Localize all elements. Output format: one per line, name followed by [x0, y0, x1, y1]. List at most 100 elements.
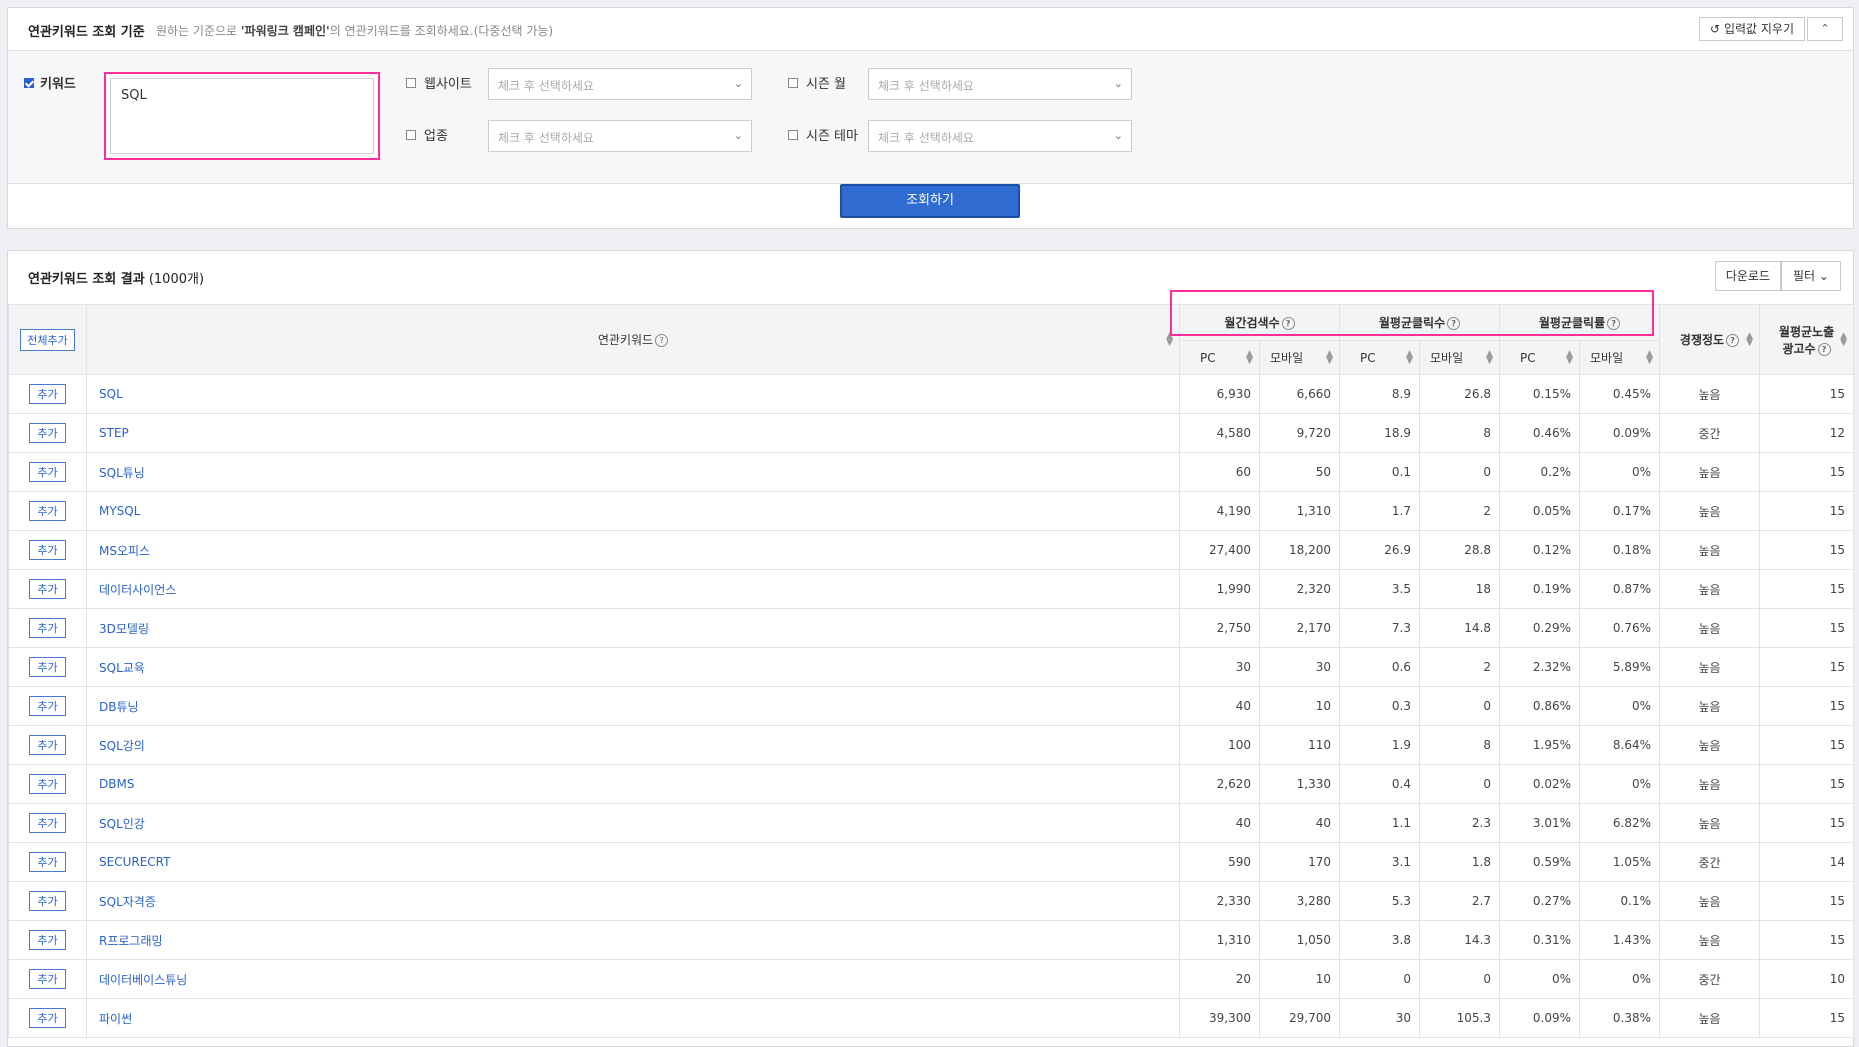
season-month-select[interactable]: 체크 후 선택하세요 ⌄	[868, 68, 1132, 100]
add-button[interactable]: 추가	[29, 501, 66, 521]
add-button[interactable]: 추가	[29, 891, 66, 911]
industry-checkbox[interactable]	[406, 130, 416, 140]
add-button[interactable]: 추가	[29, 540, 66, 560]
help-icon[interactable]: ?	[1817, 342, 1831, 356]
download-button[interactable]: 다운로드	[1714, 261, 1781, 291]
keyword-link[interactable]: MYSQL	[86, 491, 1180, 531]
ad-count: 10	[1759, 959, 1855, 999]
competition: 높음	[1659, 920, 1761, 960]
filter-button[interactable]: 필터 ⌄	[1781, 261, 1841, 291]
keyword-link[interactable]: SQL강의	[86, 725, 1180, 765]
table-row: 추가 데이터사이언스 1,990 2,320 3.5 18 0.19% 0.87% 높음 15	[8, 569, 1855, 609]
add-button[interactable]: 추가	[29, 423, 66, 443]
header-search-mobile[interactable]: 모바일 ▲ ▼	[1258, 340, 1341, 375]
competition: 중간	[1659, 959, 1761, 999]
sort-icon[interactable]: ▲ ▼	[1166, 331, 1173, 347]
ad-count: 15	[1759, 374, 1855, 414]
table-row: 추가 SQL강의 100 110 1.9 8 1.95% 8.64% 높음 15	[8, 725, 1855, 765]
table-row: 추가 STEP 4,580 9,720 18.9 8 0.46% 0.09% 중간 12	[8, 413, 1855, 453]
search-mobile: 170	[1258, 842, 1341, 882]
keyword-link[interactable]: SQL자격증	[86, 881, 1180, 921]
season-month-checkbox[interactable]	[788, 78, 798, 88]
header-clicks-mobile[interactable]: 모바일 ▲ ▼	[1419, 340, 1501, 375]
add-button[interactable]: 추가	[29, 774, 66, 794]
add-button[interactable]: 추가	[29, 852, 66, 872]
keyword-link[interactable]: DB튜닝	[86, 686, 1180, 726]
keyword-link[interactable]: 3D모델링	[86, 608, 1180, 648]
website-checkbox[interactable]	[406, 78, 416, 88]
add-button-cell: 추가	[8, 920, 87, 960]
keyword-link[interactable]: 데이터베이스튜닝	[86, 959, 1180, 999]
keyword-link[interactable]: SQL인강	[86, 803, 1180, 843]
keyword-link[interactable]: DBMS	[86, 764, 1180, 804]
sort-icon: ▲ ▼	[1406, 348, 1414, 366]
competition: 높음	[1659, 647, 1761, 687]
help-icon[interactable]: ?	[1726, 334, 1740, 347]
add-button[interactable]: 추가	[29, 579, 66, 599]
ctr-pc: 0.86%	[1499, 686, 1581, 726]
chevron-down-icon: ⌄	[1113, 77, 1123, 90]
header-competition[interactable]: 경쟁정도? ▲ ▼	[1659, 304, 1761, 375]
help-icon[interactable]: ?	[1607, 317, 1621, 330]
keyword-link[interactable]: R프로그래밍	[86, 920, 1180, 960]
ctr-mobile: 0.1%	[1579, 881, 1661, 921]
keyword-link[interactable]: SQL	[86, 374, 1180, 414]
industry-select[interactable]: 체크 후 선택하세요 ⌄	[488, 120, 752, 152]
add-button-cell: 추가	[8, 530, 87, 570]
help-icon[interactable]: ?	[655, 334, 669, 347]
header-ctr-mobile[interactable]: 모바일 ▲ ▼	[1579, 340, 1661, 375]
ad-count: 15	[1759, 452, 1855, 492]
add-button[interactable]: 추가	[29, 969, 66, 989]
header-search-pc[interactable]: PC ▲ ▼	[1179, 340, 1260, 375]
search-button[interactable]: 조회하기	[840, 184, 1020, 218]
sort-icon[interactable]: ▲ ▼	[1746, 331, 1753, 347]
competition: 높음	[1659, 998, 1761, 1038]
keyword-link[interactable]: 파이썬	[86, 998, 1180, 1038]
add-all-button[interactable]: 전체추가	[20, 328, 75, 351]
add-button[interactable]: 추가	[29, 1008, 66, 1028]
add-button[interactable]: 추가	[29, 384, 66, 404]
header-keyword[interactable]: 연관키워드? ▲ ▼	[86, 304, 1180, 375]
clicks-mobile: 0	[1419, 959, 1501, 999]
keyword-link[interactable]: STEP	[86, 413, 1180, 453]
add-button[interactable]: 추가	[29, 930, 66, 950]
add-button-cell: 추가	[8, 647, 87, 687]
sort-icon[interactable]: ▲ ▼	[1840, 331, 1847, 347]
help-icon[interactable]: ?	[1447, 317, 1461, 330]
keyword-link[interactable]: SQL교육	[86, 647, 1180, 687]
header-ad-count[interactable]: 월평균노출 광고수? ▲ ▼	[1759, 304, 1855, 375]
add-button[interactable]: 추가	[29, 657, 66, 677]
header-clicks-pc[interactable]: PC ▲ ▼	[1339, 340, 1421, 375]
ad-count: 15	[1759, 998, 1855, 1038]
add-button[interactable]: 추가	[29, 462, 66, 482]
ad-count: 15	[1759, 803, 1855, 843]
search-mobile: 3,280	[1258, 881, 1341, 921]
add-button[interactable]: 추가	[29, 813, 66, 833]
help-icon[interactable]: ?	[1281, 317, 1295, 330]
season-theme-checkbox[interactable]	[788, 130, 798, 140]
keyword-checkbox[interactable]	[24, 78, 34, 88]
collapse-button[interactable]: ⌃	[1807, 17, 1843, 41]
season-theme-select[interactable]: 체크 후 선택하세요 ⌄	[868, 120, 1132, 152]
ad-count: 15	[1759, 491, 1855, 531]
reset-input-button[interactable]: ↺ 입력값 지우기	[1699, 17, 1805, 41]
keyword-link[interactable]: SECURECRT	[86, 842, 1180, 882]
add-button[interactable]: 추가	[29, 735, 66, 755]
keyword-link[interactable]: SQL튜닝	[86, 452, 1180, 492]
reset-icon: ↺	[1710, 22, 1721, 36]
search-mobile: 29,700	[1258, 998, 1341, 1038]
website-select[interactable]: 체크 후 선택하세요 ⌄	[488, 68, 752, 100]
chevron-down-icon: ⌄	[1113, 129, 1123, 142]
keyword-link[interactable]: 데이터사이언스	[86, 569, 1180, 609]
clicks-pc: 1.7	[1339, 491, 1421, 531]
keyword-link[interactable]: MS오피스	[86, 530, 1180, 570]
add-all-cell: 전체추가	[8, 304, 87, 375]
add-button[interactable]: 추가	[29, 618, 66, 638]
ad-count: 15	[1759, 647, 1855, 687]
table-row: 추가 3D모델링 2,750 2,170 7.3 14.8 0.29% 0.76% 높음 15	[8, 608, 1855, 648]
clicks-mobile: 8	[1419, 413, 1501, 453]
keyword-textarea[interactable]: SQL	[104, 72, 380, 160]
header-ctr-pc[interactable]: PC ▲ ▼	[1499, 340, 1581, 375]
ad-count: 15	[1759, 764, 1855, 804]
add-button[interactable]: 추가	[29, 696, 66, 716]
